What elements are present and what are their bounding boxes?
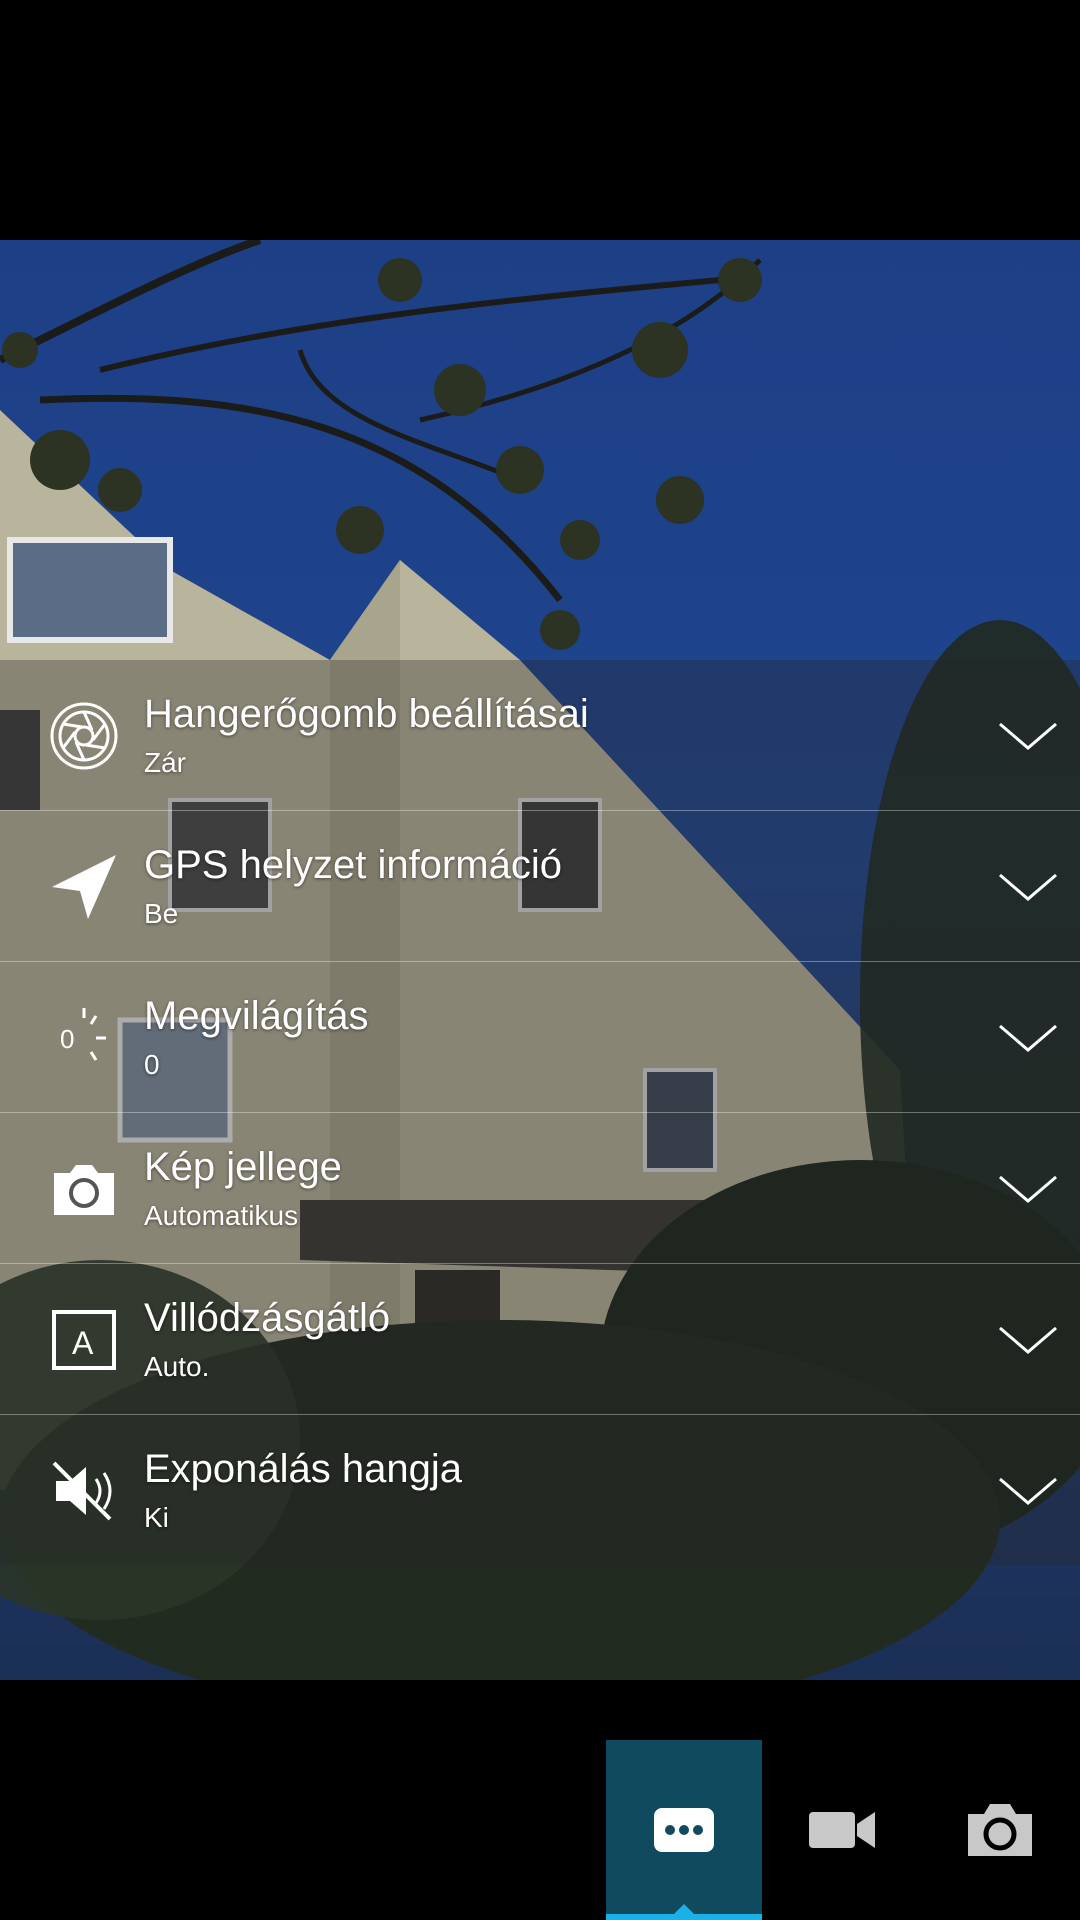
chevron-down-icon[interactable] xyxy=(996,1159,1060,1223)
setting-value: Auto. xyxy=(144,1351,210,1382)
exposure-icon: 0 xyxy=(48,1002,120,1074)
navigation-arrow-icon xyxy=(48,851,120,923)
svg-text:0: 0 xyxy=(60,1024,74,1054)
setting-volume-key[interactable]: Hangerőgomb beállításai Zár xyxy=(0,660,1080,811)
setting-exposure[interactable]: 0 Megvilágítás 0 xyxy=(0,962,1080,1113)
more-dots-icon xyxy=(654,1808,714,1852)
camera-icon xyxy=(968,1804,1032,1856)
active-indicator xyxy=(674,1904,694,1914)
mode-bar xyxy=(0,1680,1080,1920)
settings-mode-button[interactable] xyxy=(606,1740,762,1920)
setting-value: Ki xyxy=(144,1502,169,1533)
chevron-down-icon[interactable] xyxy=(996,1310,1060,1374)
shutter-sound-off-icon xyxy=(48,1455,120,1527)
setting-gps[interactable]: GPS helyzet információ Be xyxy=(0,811,1080,962)
setting-title: Kép jellege xyxy=(144,1145,342,1189)
setting-value: Be xyxy=(144,898,179,929)
aperture-icon xyxy=(48,700,120,772)
chevron-down-icon[interactable] xyxy=(996,857,1060,921)
setting-scene[interactable]: Kép jellege Automatikus xyxy=(0,1113,1080,1264)
video-camera-icon xyxy=(809,1812,875,1848)
chevron-down-icon[interactable] xyxy=(996,1008,1060,1072)
setting-title: Megvilágítás xyxy=(144,994,369,1038)
setting-shutter-sound[interactable]: Exponálás hangja Ki xyxy=(0,1415,1080,1565)
chevron-down-icon[interactable] xyxy=(996,1461,1060,1525)
setting-value: 0 xyxy=(144,1049,160,1080)
setting-anti-flicker[interactable]: A Villódzásgátló Auto. xyxy=(0,1264,1080,1415)
camera-icon xyxy=(48,1153,120,1225)
anti-flicker-icon: A xyxy=(48,1304,120,1376)
setting-title: Exponálás hangja xyxy=(144,1447,463,1491)
svg-text:A: A xyxy=(72,1325,94,1361)
chevron-down-icon[interactable] xyxy=(996,706,1060,770)
photo-mode-button[interactable] xyxy=(922,1740,1078,1920)
setting-value: Zár xyxy=(144,747,186,778)
setting-value: Automatikus xyxy=(144,1200,299,1231)
setting-title: Hangerőgomb beállításai xyxy=(144,692,589,736)
setting-title: GPS helyzet információ xyxy=(144,843,562,887)
settings-menu: Hangerőgomb beállításai Zár GPS helyzet … xyxy=(0,660,1080,1565)
video-mode-button[interactable] xyxy=(764,1740,920,1920)
setting-title: Villódzásgátló xyxy=(144,1296,391,1340)
camera-screen: Hangerőgomb beállításai Zár GPS helyzet … xyxy=(0,0,1080,1920)
